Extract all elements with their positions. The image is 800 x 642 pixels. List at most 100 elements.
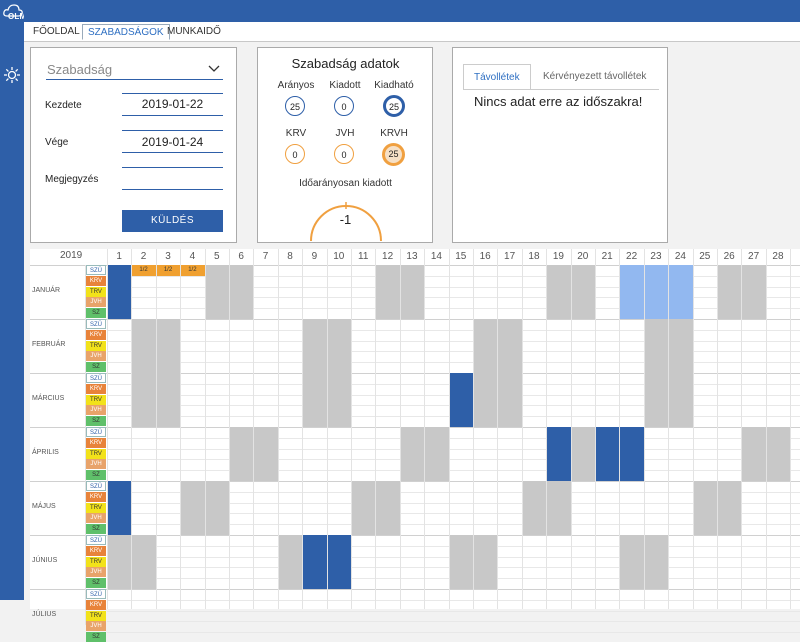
weekend-cell[interactable] [326,329,352,373]
weekend-cell[interactable] [717,491,742,535]
weekend-cell[interactable] [717,275,742,319]
weekend-cell[interactable] [131,329,157,373]
weekend-cell-top[interactable] [473,373,498,384]
weekend-cell-top[interactable] [131,535,157,546]
weekend-cell[interactable] [570,275,596,319]
weekend-cell[interactable] [643,545,669,589]
weekend-cell-top[interactable] [375,265,401,276]
weekend-cell[interactable] [521,491,547,535]
weekend-cell-top[interactable] [302,373,328,384]
weekend-cell[interactable] [253,437,279,481]
weekend-cell-top[interactable] [717,481,742,492]
weekend-cell-top[interactable] [155,373,181,384]
tab-absences[interactable]: Távollétek [463,64,531,90]
weekend-cell-top[interactable] [399,427,425,438]
weekend-cell-top[interactable] [180,481,206,492]
holiday-cell[interactable] [448,383,474,427]
weekend-cell-top[interactable] [424,427,450,438]
weekend-cell-top[interactable] [229,265,254,276]
tab-requested-absences[interactable]: Kérvényezett távollétek [533,64,656,90]
weekend-cell-top[interactable] [302,319,328,330]
weekend-cell-top[interactable] [570,265,596,276]
weekend-cell-top[interactable] [155,319,181,330]
sun-icon[interactable] [3,66,21,84]
weekend-cell[interactable] [570,437,596,481]
weekend-cell[interactable] [424,437,450,481]
weekend-cell-top[interactable] [326,319,352,330]
selected-day-cell[interactable] [643,275,669,319]
holiday-cell[interactable] [595,437,620,481]
leave-type-select[interactable]: Szabadság [46,62,223,80]
weekend-cell[interactable] [399,437,425,481]
tab-leaves[interactable]: SZABADSÁGOK [82,24,170,40]
holiday-cell[interactable] [107,275,132,319]
selected-day-cell-top[interactable] [668,265,694,276]
weekend-cell-top[interactable] [399,265,425,276]
tab-home[interactable]: FŐOLDAL [28,24,85,40]
weekend-cell[interactable] [107,545,132,589]
weekend-cell-top[interactable] [448,535,474,546]
weekend-cell[interactable] [229,275,254,319]
holiday-cell-top[interactable] [595,427,620,438]
weekend-cell-top[interactable] [204,481,230,492]
weekend-cell-top[interactable] [107,535,132,546]
weekend-cell-top[interactable] [375,481,401,492]
weekend-cell-top[interactable] [497,319,523,330]
weekend-cell[interactable] [375,275,401,319]
weekend-cell-top[interactable] [546,265,572,276]
holiday-cell-top[interactable] [107,481,132,492]
holiday-cell-top[interactable] [619,427,645,438]
weekend-cell-top[interactable] [473,319,498,330]
weekend-cell-top[interactable] [204,265,230,276]
weekend-cell[interactable] [155,383,181,427]
weekend-cell-top[interactable] [765,427,791,438]
weekend-cell[interactable] [302,329,328,373]
weekend-cell[interactable] [473,329,498,373]
weekend-cell[interactable] [204,275,230,319]
weekend-cell-top[interactable] [253,427,279,438]
weekend-cell-top[interactable] [717,265,742,276]
weekend-cell-top[interactable] [741,427,767,438]
weekend-cell[interactable] [375,491,401,535]
weekend-cell-top[interactable] [131,319,157,330]
weekend-cell-top[interactable] [326,373,352,384]
weekend-cell[interactable] [497,383,523,427]
weekend-cell-top[interactable] [497,373,523,384]
holiday-cell-top[interactable] [326,535,352,546]
weekend-cell[interactable] [473,545,498,589]
weekend-cell[interactable] [473,383,498,427]
weekend-cell[interactable] [546,491,572,535]
send-button[interactable]: KÜLDÉS [122,210,223,232]
weekend-cell[interactable] [229,437,254,481]
selected-day-cell-top[interactable] [619,265,645,276]
weekend-cell[interactable] [741,437,767,481]
weekend-cell-top[interactable] [131,373,157,384]
weekend-cell-top[interactable] [229,427,254,438]
weekend-cell-top[interactable] [521,481,547,492]
weekend-cell[interactable] [302,383,328,427]
weekend-cell[interactable] [619,545,645,589]
holiday-cell[interactable] [546,437,572,481]
weekend-cell[interactable] [546,275,572,319]
holiday-cell-top[interactable] [302,535,328,546]
weekend-cell-top[interactable] [643,535,669,546]
weekend-cell-top[interactable] [643,319,669,330]
holiday-cell[interactable] [302,545,328,589]
weekend-cell-top[interactable] [668,373,694,384]
weekend-cell[interactable] [180,491,206,535]
weekend-cell-top[interactable] [668,319,694,330]
weekend-cell[interactable] [277,545,303,589]
weekend-cell[interactable] [448,545,474,589]
weekend-cell[interactable] [351,491,376,535]
tab-worktime[interactable]: MUNKAIDŐ [162,24,226,40]
weekend-cell-top[interactable] [643,373,669,384]
weekend-cell[interactable] [155,329,181,373]
weekend-cell[interactable] [399,275,425,319]
holiday-cell-top[interactable] [448,373,474,384]
holiday-cell-top[interactable] [107,265,132,276]
holiday-cell[interactable] [326,545,352,589]
weekend-cell[interactable] [692,491,718,535]
weekend-cell[interactable] [741,275,767,319]
selected-day-cell[interactable] [619,275,645,319]
weekend-cell[interactable] [497,329,523,373]
